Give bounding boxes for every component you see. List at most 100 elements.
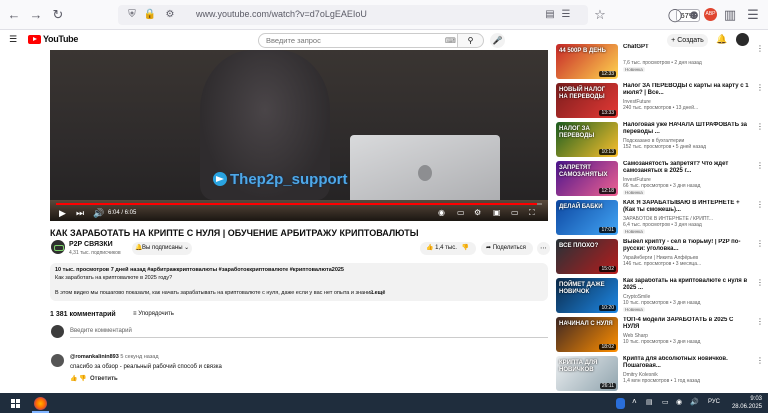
video-player[interactable]: Thep2p_support ▶ ⏭ 🔊 6:04 / 6:05 ◉ ▭ ⚙ ▣… [50,50,548,221]
reload-icon[interactable]: ↻ [50,7,66,23]
add-comment-input[interactable]: Введите комментарий [70,328,548,338]
recommended-video[interactable]: НАЛОГ ЗА ПЕРЕВОДЫ 10:13 Налоговая уже НАЧА… [556,122,768,160]
comment-like-icon[interactable]: 👍 [70,376,77,382]
theater-mode-icon[interactable]: ▭ [511,208,519,218]
adblock-icon[interactable]: ABP [704,8,717,21]
forward-icon[interactable]: → [28,7,44,23]
recommended-video[interactable]: КРИПТА ДЛЯ НОВИЧКОВ 26:11 Крипта для абсол… [556,356,768,394]
subscribed-button[interactable]: 🔔 Вы подписаны ⌄ [132,242,192,255]
more-options-icon[interactable]: ⋮ [756,278,764,287]
recommended-video[interactable]: ДЕЛАЙ БАБКИ 17:01 КАК Я ЗАРАБАТЫВАЮ В ИНТЕ… [556,200,768,238]
permissions-icon[interactable]: ⚙ [162,7,178,23]
progress-bar[interactable] [56,203,542,205]
more-actions-button[interactable]: ⋯ [537,242,550,255]
next-icon[interactable]: ⏭ [76,208,84,218]
sort-comments-button[interactable]: ≡ Упорядочить [133,311,174,317]
subtitles-icon[interactable]: ▭ [457,208,465,218]
bookmark-star-icon[interactable]: ☆ [592,7,608,23]
recommended-meta: 152 тыс. просмотров • 5 дней назад [623,144,707,150]
more-options-icon[interactable]: ⋮ [756,200,764,209]
show-more-link[interactable]: ...ещё [370,290,385,296]
comment-author-avatar[interactable] [51,354,64,367]
thumbnail-text: ПОЙМЕТ ДАЖЕ НОВИЧОК [559,282,605,295]
windows-start-icon[interactable] [11,399,20,408]
recommended-video[interactable]: ВСЕ ПЛОХО? 15:02 Вывел крипту - сел в тюрь… [556,239,768,277]
language-indicator[interactable]: РУС [708,399,720,405]
thumbnail-text: НАЧИНАЛ С НУЛЯ [559,321,613,327]
video-thumbnail[interactable]: НАЧИНАЛ С НУЛЯ 18:02 [556,317,618,352]
autoplay-toggle[interactable]: ◉ [438,208,445,218]
channel-name[interactable]: P2P СВЯЗКИ [69,241,113,248]
recommended-title[interactable]: Как заработать на криптовалюте с нуля в … [623,278,751,292]
recommended-title[interactable]: Налоговая уже НАЧАЛА ШТРАФОВАТЬ за перев… [623,122,751,136]
recommended-video[interactable]: НОВЫЙ НАЛОГ НА ПЕРЕВОДЫ 13:33 Налог ЗА ПЕР… [556,83,768,121]
share-button[interactable]: ➦ Поделиться [481,242,533,255]
firefox-taskbar-icon[interactable] [34,397,47,410]
recommended-title[interactable]: ТОП-4 модели ЗАРАБОТАТЬ в 2025 С НУЛЯ [623,317,751,331]
recommended-video[interactable]: ЗАПРЕТЯТ САМОЗАНЯТЫХ 12:18 Самозанятость з… [556,161,768,199]
extensions-icon[interactable]: ▥ [722,7,738,23]
video-thumbnail[interactable]: КРИПТА ДЛЯ НОВИЧКОВ 26:11 [556,356,618,391]
url-text[interactable]: www.youtube.com/watch?v=d7oLgEAEIoU [196,9,367,19]
more-options-icon[interactable]: ⋮ [756,317,764,326]
clock[interactable]: 9:03 28.06.2025 [732,395,762,411]
chevron-up-icon[interactable]: ˄ [632,397,637,406]
tray-app-icon[interactable] [616,398,625,409]
recommended-video[interactable]: НАЧИНАЛ С НУЛЯ 18:02 ТОП-4 модели ЗАРАБОТА… [556,317,768,355]
youtube-wordmark[interactable]: YouTube [43,34,78,44]
recommended-title[interactable]: Налог ЗА ПЕРЕВОДЫ с карты на карту с 1 и… [623,83,751,97]
video-thumbnail[interactable]: 44 500Р В ДЕНЬ 12:33 [556,44,618,79]
address-bar[interactable]: ⛨ 🔒 ⚙ www.youtube.com/watch?v=d7oLgEAEIo… [118,5,700,25]
recommended-title[interactable]: Вывел крипту - сел в тюрьму! | P2P по-ру… [623,239,751,253]
more-options-icon[interactable]: ⋮ [756,44,764,53]
keyboard-icon[interactable]: ⌨ [445,36,456,45]
recommended-title[interactable]: Крипта для абсолютных новичков. Пошагова… [623,356,751,370]
hamburger-menu-icon[interactable]: ☰ [9,34,17,45]
settings-icon[interactable]: ⚙ [474,208,481,218]
display-icon[interactable]: ▭ [662,398,669,406]
description-box[interactable]: 10 тыс. просмотров 7 дней назад #арбитра… [50,263,548,301]
video-thumbnail[interactable]: НАЛОГ ЗА ПЕРЕВОДЫ 10:13 [556,122,618,157]
voice-search-icon[interactable]: 🎤 [490,33,505,48]
back-icon[interactable]: ← [6,7,22,23]
video-thumbnail[interactable]: ВСЕ ПЛОХО? 15:02 [556,239,618,274]
pocket-icon[interactable]: ◯ [667,7,683,23]
more-options-icon[interactable]: ⋮ [756,83,764,92]
translate-icon[interactable]: ☰ [558,7,574,23]
reply-button[interactable]: Ответить [90,376,118,382]
search-button[interactable]: ⚲ [458,33,484,48]
like-button[interactable]: 👍 1,4 тыс. 👎 [420,242,476,255]
video-thumbnail[interactable]: ДЕЛАЙ БАБКИ 17:01 [556,200,618,235]
wifi-icon[interactable]: ◉ [676,398,682,406]
volume-tray-icon[interactable]: 🔊 [690,398,699,406]
more-options-icon[interactable]: ⋮ [756,239,764,248]
recommended-title[interactable]: ChatGPT [623,44,751,51]
play-icon[interactable]: ▶ [59,208,66,218]
more-options-icon[interactable]: ⋮ [756,356,764,365]
channel-avatar[interactable] [51,240,65,254]
volume-icon[interactable]: 🔊 [93,208,104,218]
recommended-video[interactable]: 44 500Р В ДЕНЬ 12:33 ChatGPT 7,6 тыс. просм… [556,44,768,82]
more-options-icon[interactable]: ⋮ [756,122,764,131]
lock-icon[interactable]: 🔒 [142,7,158,23]
recommended-title[interactable]: Самозанятость запретят? Что ждет самозан… [623,161,751,175]
fullscreen-icon[interactable]: ⛶ [529,208,535,218]
miniplayer-icon[interactable]: ▣ [493,208,501,218]
more-options-icon[interactable]: ⋮ [756,161,764,170]
video-thumbnail[interactable]: НОВЫЙ НАЛОГ НА ПЕРЕВОДЫ 13:33 [556,83,618,118]
shield-icon[interactable]: ⛨ [124,7,140,23]
account-icon[interactable]: ☻ [686,7,702,23]
network-icon[interactable]: ▤ [646,398,653,406]
comment-dislike-icon[interactable]: 👎 [79,376,86,382]
youtube-logo-icon[interactable] [28,35,41,44]
recommended-video[interactable]: ПОЙМЕТ ДАЖЕ НОВИЧОК 10:20 Как заработать н… [556,278,768,316]
recommended-title[interactable]: КАК Я ЗАРАБАТЫВАЮ В ИНТЕРНЕТЕ + (Как ты … [623,200,751,214]
comment-author-name[interactable]: @romankalinin893 [70,354,119,360]
menu-icon[interactable]: ☰ [745,7,761,23]
comment-author[interactable]: @romankalinin893 5 секунд назад [70,354,159,360]
thumbs-down-icon[interactable]: 👎 [462,245,469,251]
video-thumbnail[interactable]: ЗАПРЕТЯТ САМОЗАНЯТЫХ 12:18 [556,161,618,196]
video-thumbnail[interactable]: ПОЙМЕТ ДАЖЕ НОВИЧОК 10:20 [556,278,618,313]
search-input[interactable]: Введите запрос ⌨ [258,33,458,48]
reader-view-icon[interactable]: ▤ [542,7,558,23]
